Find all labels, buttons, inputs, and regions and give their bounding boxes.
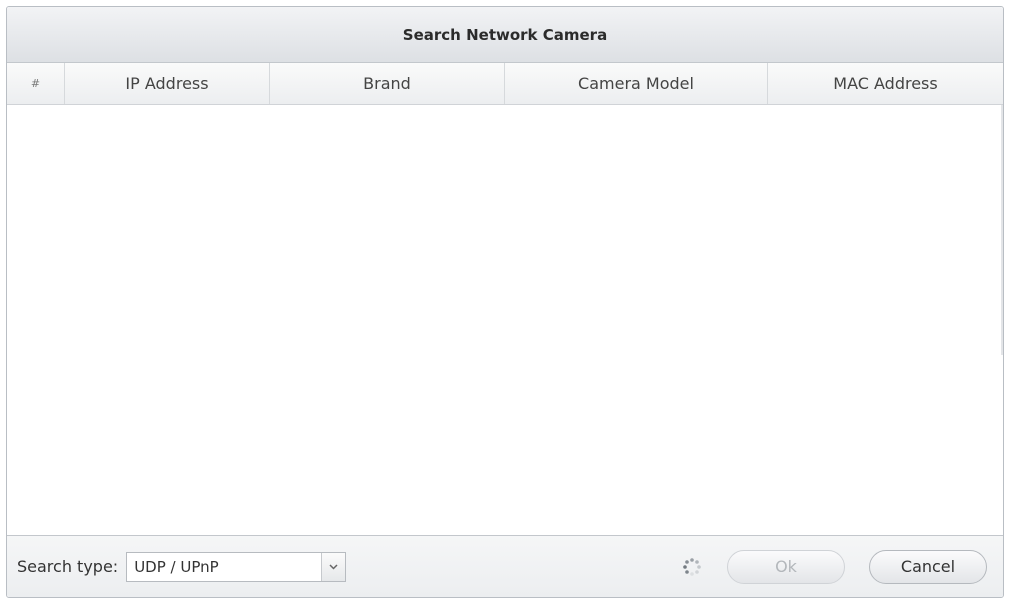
ok-button[interactable]: Ok (727, 549, 845, 584)
search-type-select[interactable]: UDP / UPnP (126, 551, 347, 582)
column-header-camera-model[interactable]: Camera Model (505, 63, 768, 104)
column-header-brand[interactable]: Brand (270, 63, 505, 104)
search-network-camera-dialog: Search Network Camera # IP Address Brand… (6, 6, 1004, 598)
camera-results-list[interactable] (7, 105, 1003, 536)
scrollbar[interactable] (1001, 105, 1003, 355)
spinner-icon (681, 556, 703, 578)
cancel-button[interactable]: Cancel (869, 549, 987, 584)
dialog-footer: Search type: UDP / UPnP Ok Cancel (7, 535, 1003, 597)
chevron-down-icon[interactable] (321, 552, 346, 581)
table-header: # IP Address Brand Camera Model MAC Addr… (7, 63, 1003, 105)
dialog-title: Search Network Camera (402, 25, 608, 44)
search-type-label: Search type: (17, 557, 119, 576)
dialog-titlebar: Search Network Camera (7, 7, 1003, 63)
column-header-number[interactable]: # (7, 63, 65, 104)
column-header-ip-address[interactable]: IP Address (65, 63, 270, 104)
column-header-mac-address[interactable]: MAC Address (768, 63, 1003, 104)
search-type-value: UDP / UPnP (134, 557, 219, 576)
